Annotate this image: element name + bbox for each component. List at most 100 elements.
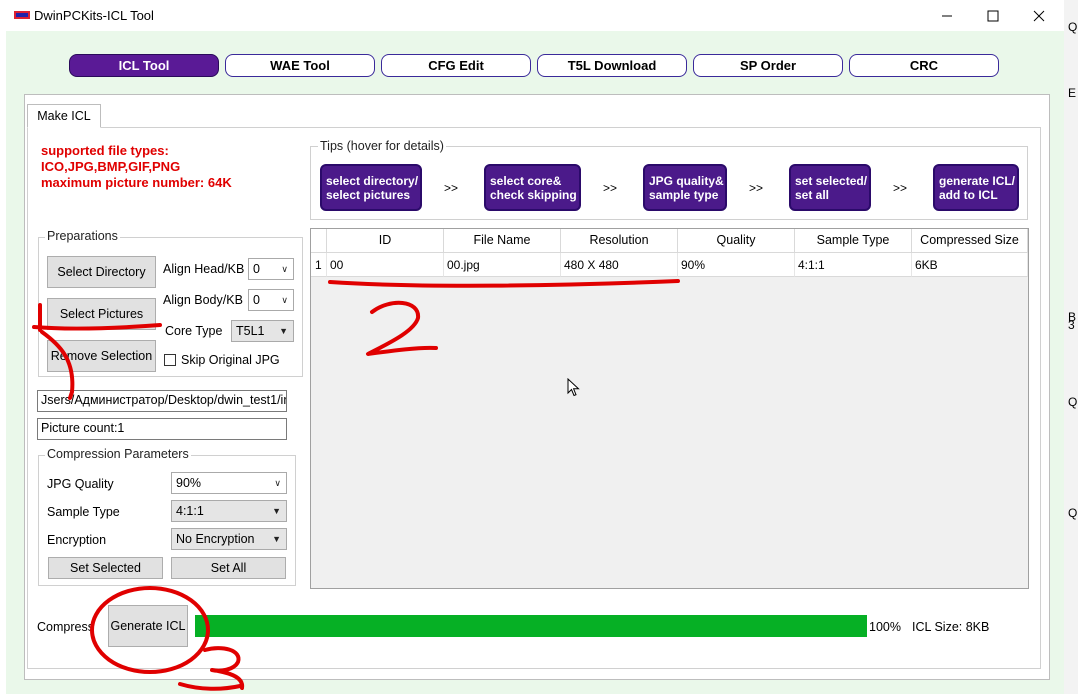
sample-type-label: Sample Type	[47, 505, 120, 519]
row-header-corner	[311, 229, 327, 253]
progress-percent: 100%	[869, 620, 901, 634]
jpg-quality-value: 90%	[176, 476, 202, 490]
tip-step-2[interactable]: select core& check skipping	[484, 164, 581, 211]
tip-step-text: add to ICL	[939, 188, 998, 202]
encryption-value: No Encryption	[176, 532, 255, 546]
background-fragment: Q	[1068, 395, 1078, 409]
tip-step-3[interactable]: JPG quality& sample type	[643, 164, 727, 211]
tab-icl-tool[interactable]: ICL Tool	[69, 54, 219, 77]
icl-size: ICL Size: 8KB	[912, 620, 990, 634]
background-window-strip: Q E B 3 Q Q	[1063, 0, 1078, 694]
jpg-quality-label: JPG Quality	[47, 477, 114, 491]
chevron-down-icon: ∨	[274, 478, 281, 488]
tab-crc[interactable]: CRC	[849, 54, 999, 77]
window-title: DwinPCKits-ICL Tool	[34, 8, 154, 23]
generate-icl-button[interactable]: Generate ICL	[108, 605, 188, 647]
align-head-label: Align Head/KB	[163, 262, 245, 276]
picture-count-field: Picture count:1	[37, 418, 287, 440]
tab-make-icl[interactable]: Make ICL	[27, 104, 101, 128]
tip-step-1[interactable]: select directory/ select pictures	[320, 164, 422, 211]
align-head-select[interactable]: 0 ∨	[248, 258, 294, 280]
tips-title: Tips (hover for details)	[318, 139, 446, 153]
app-icon	[14, 11, 30, 19]
tip-separator: >>	[749, 181, 764, 195]
tip-step-text: set all	[795, 188, 830, 202]
select-directory-button[interactable]: Select Directory	[47, 256, 156, 288]
dropdown-triangle-icon: ▼	[279, 326, 288, 336]
tab-sp-order[interactable]: SP Order	[693, 54, 843, 77]
column-header[interactable]: Resolution	[561, 229, 678, 253]
tip-separator: >>	[603, 181, 618, 195]
core-type-value: T5L1	[236, 324, 265, 338]
row-index[interactable]: 1	[311, 253, 327, 277]
encryption-label: Encryption	[47, 533, 107, 547]
skip-jpg-label: Skip Original JPG	[181, 353, 280, 367]
close-button[interactable]	[1016, 0, 1062, 31]
tip-separator: >>	[444, 181, 459, 195]
dropdown-triangle-icon: ▼	[272, 506, 281, 516]
table-cell[interactable]: 6KB	[912, 253, 1028, 277]
background-fragment: 3	[1068, 318, 1075, 332]
column-header[interactable]: ID	[327, 229, 444, 253]
supported-types-heading: supported file types:	[41, 143, 169, 158]
title-bar: DwinPCKits-ICL Tool	[0, 0, 1064, 31]
tip-step-text: JPG quality&	[649, 174, 724, 188]
compression-legend: Compression Parameters	[45, 447, 191, 461]
minimize-icon	[942, 15, 952, 16]
mouse-cursor-icon	[567, 378, 580, 397]
maximize-button[interactable]	[970, 0, 1016, 31]
column-header[interactable]: Sample Type	[795, 229, 912, 253]
table-cell[interactable]: 480 X 480	[561, 253, 678, 277]
dropdown-triangle-icon: ▼	[272, 534, 281, 544]
table-cell[interactable]: 90%	[678, 253, 795, 277]
progress-bar-fill	[195, 615, 867, 637]
background-fragment: Q	[1068, 20, 1078, 34]
chevron-down-icon: ∨	[281, 264, 288, 274]
tab-wae-tool[interactable]: WAE Tool	[225, 54, 375, 77]
encryption-select[interactable]: No Encryption ▼	[171, 528, 287, 550]
select-pictures-button[interactable]: Select Pictures	[47, 298, 156, 330]
maximize-icon	[987, 10, 999, 21]
column-header[interactable]: File Name	[444, 229, 561, 253]
set-selected-button[interactable]: Set Selected	[48, 557, 163, 579]
tab-cfg-edit[interactable]: CFG Edit	[381, 54, 531, 77]
tip-separator: >>	[893, 181, 908, 195]
skip-jpg-checkbox[interactable]	[164, 354, 176, 366]
preparations-legend: Preparations	[45, 229, 120, 243]
tip-step-text: select pictures	[326, 188, 411, 202]
align-head-value: 0	[253, 262, 260, 276]
tip-step-text: set selected/	[795, 174, 868, 188]
align-body-select[interactable]: 0 ∨	[248, 289, 294, 311]
tab-t5l-download[interactable]: T5L Download	[537, 54, 687, 77]
jpg-quality-select[interactable]: 90% ∨	[171, 472, 287, 494]
chevron-down-icon: ∨	[281, 295, 288, 305]
set-all-button[interactable]: Set All	[171, 557, 286, 579]
directory-path-field[interactable]: Jsers/Администратор/Desktop/dwin_test1/i…	[37, 390, 287, 412]
compress-label: Compress	[37, 620, 94, 634]
supported-types-list: ICO,JPG,BMP,GIF,PNG	[41, 159, 181, 174]
background-fragment: E	[1068, 86, 1077, 100]
table-cell[interactable]: 4:1:1	[795, 253, 912, 277]
column-header[interactable]: Quality	[678, 229, 795, 253]
picture-table[interactable]: ID File Name Resolution Quality Sample T…	[310, 228, 1029, 589]
max-picture-number: maximum picture number: 64K	[41, 175, 232, 190]
table-cell[interactable]: 00	[327, 253, 444, 277]
core-type-select[interactable]: T5L1 ▼	[231, 320, 294, 342]
sample-type-select[interactable]: 4:1:1 ▼	[171, 500, 287, 522]
minimize-button[interactable]	[924, 0, 970, 31]
align-body-label: Align Body/KB	[163, 293, 243, 307]
tip-step-text: generate ICL/	[939, 174, 1016, 188]
core-type-label: Core Type	[165, 324, 223, 338]
remove-selection-button[interactable]: Remove Selection	[47, 340, 156, 372]
tip-step-4[interactable]: set selected/ set all	[789, 164, 871, 211]
background-fragment: Q	[1068, 506, 1078, 520]
close-icon	[1033, 10, 1045, 21]
sample-type-value: 4:1:1	[176, 504, 204, 518]
progress-bar	[195, 615, 867, 637]
column-header[interactable]: Compressed Size	[912, 229, 1028, 253]
tip-step-text: sample type	[649, 188, 719, 202]
tip-step-text: select directory/	[326, 174, 419, 188]
table-cell[interactable]: 00.jpg	[444, 253, 561, 277]
align-body-value: 0	[253, 293, 260, 307]
tip-step-5[interactable]: generate ICL/ add to ICL	[933, 164, 1019, 211]
